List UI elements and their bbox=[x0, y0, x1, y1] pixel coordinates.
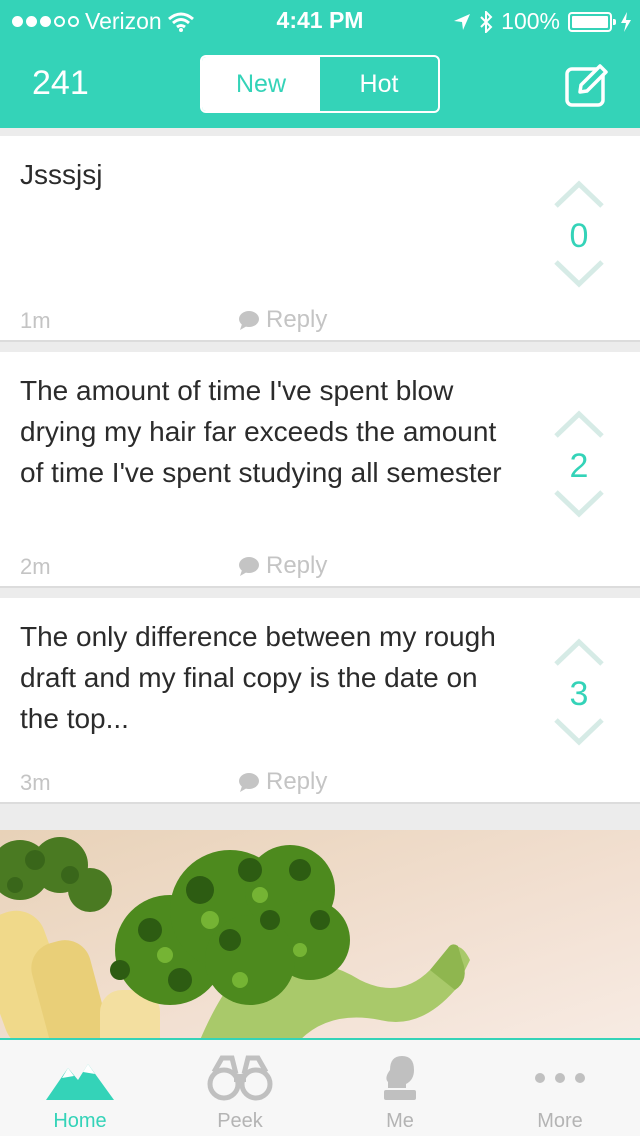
vote-count: 2 bbox=[569, 447, 589, 485]
feed-toggle: New Hot bbox=[200, 55, 440, 113]
tab-me[interactable]: Me bbox=[320, 1040, 480, 1136]
downvote-icon[interactable] bbox=[548, 714, 610, 748]
post-text: The amount of time I've spent blow dryin… bbox=[20, 375, 502, 488]
tab-peek-label: Peek bbox=[217, 1110, 263, 1132]
app-header: Verizon 4:41 PM 100% 241 New Hot bbox=[0, 0, 640, 128]
person-icon bbox=[384, 1056, 416, 1100]
photo-post-image[interactable] bbox=[0, 830, 640, 1040]
reply-label: Reply bbox=[266, 306, 328, 333]
speech-bubble-icon bbox=[239, 557, 259, 576]
more-dots-icon bbox=[535, 1073, 585, 1083]
battery-icon bbox=[568, 11, 616, 32]
vote-count: 0 bbox=[569, 217, 589, 255]
yakarma-count: 241 bbox=[32, 64, 89, 102]
upvote-icon[interactable] bbox=[548, 408, 610, 442]
post-card[interactable]: The amount of time I've spent blow dryin… bbox=[0, 352, 640, 588]
post-text: Jsssjsj bbox=[20, 159, 103, 190]
speech-bubble-icon bbox=[239, 773, 259, 792]
tab-more[interactable]: More bbox=[480, 1040, 640, 1136]
broccoli-photo bbox=[0, 830, 640, 1040]
vote-count: 3 bbox=[569, 675, 589, 713]
tab-me-label: Me bbox=[386, 1110, 414, 1132]
downvote-icon[interactable] bbox=[548, 256, 610, 290]
reply-button[interactable]: Reply bbox=[238, 306, 327, 334]
charging-bolt-icon bbox=[621, 11, 631, 32]
reply-label: Reply bbox=[266, 552, 328, 579]
tab-more-label: More bbox=[537, 1110, 583, 1132]
tab-home-label: Home bbox=[53, 1110, 107, 1132]
post-text: The only difference between my rough dra… bbox=[20, 621, 496, 734]
post-time: 1m bbox=[20, 308, 51, 333]
status-right: 100% bbox=[453, 8, 632, 35]
upvote-icon[interactable] bbox=[548, 178, 610, 212]
status-bar: Verizon 4:41 PM 100% bbox=[0, 0, 640, 40]
reply-button[interactable]: Reply bbox=[238, 552, 327, 580]
compose-icon[interactable] bbox=[564, 62, 610, 108]
post-time: 2m bbox=[20, 554, 51, 579]
bluetooth-icon bbox=[480, 10, 493, 33]
tab-hot[interactable]: Hot bbox=[320, 57, 438, 111]
vote-control: 3 bbox=[548, 636, 610, 753]
binoculars-icon bbox=[207, 1055, 273, 1101]
tab-bar: Home Peek Me More bbox=[0, 1038, 640, 1136]
post-card[interactable]: The only difference between my rough dra… bbox=[0, 598, 640, 804]
vote-control: 2 bbox=[548, 408, 610, 525]
battery-percent: 100% bbox=[501, 8, 560, 34]
post-time: 3m bbox=[20, 770, 51, 795]
tab-peek[interactable]: Peek bbox=[160, 1040, 320, 1136]
mountain-icon bbox=[46, 1064, 114, 1100]
vote-control: 0 bbox=[548, 178, 610, 295]
reply-button[interactable]: Reply bbox=[238, 768, 327, 796]
speech-bubble-icon bbox=[239, 311, 259, 330]
tab-new[interactable]: New bbox=[202, 57, 320, 111]
location-arrow-icon bbox=[454, 13, 471, 30]
downvote-icon[interactable] bbox=[548, 486, 610, 520]
upvote-icon[interactable] bbox=[548, 636, 610, 670]
tab-home[interactable]: Home bbox=[0, 1040, 160, 1136]
reply-label: Reply bbox=[266, 768, 328, 795]
post-card[interactable]: Jsssjsj 1m Reply 0 bbox=[0, 136, 640, 342]
